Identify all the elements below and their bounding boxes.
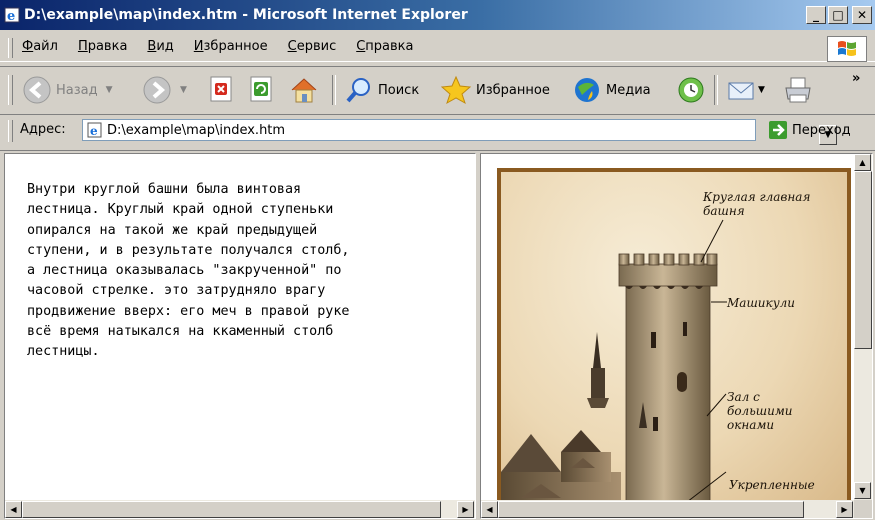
text-frame: Внутри круглой башни была винтовая лестн… (4, 153, 476, 519)
go-arrow-icon (769, 121, 787, 139)
toolbar-separator (332, 75, 336, 105)
refresh-icon (250, 76, 272, 102)
label-main-tower: Круглая главная башня (703, 190, 811, 218)
svg-text:e: e (7, 9, 15, 23)
print-button[interactable] (782, 75, 814, 105)
ie-page-icon: e (4, 7, 20, 23)
back-dropdown-icon[interactable]: ▼ (106, 85, 113, 95)
favorites-label: Избранное (476, 82, 550, 98)
content-area: Внутри круглой башни была винтовая лестн… (0, 150, 875, 520)
favorites-star-icon (440, 75, 472, 105)
forward-dropdown-icon[interactable]: ▼ (180, 85, 187, 95)
menu-tools[interactable]: Сервис (288, 39, 337, 54)
toolbar-separator (714, 75, 718, 105)
mail-icon (728, 82, 754, 100)
stop-button[interactable] (208, 75, 234, 103)
address-value: D:\example\map\index.htm (107, 122, 286, 138)
left-horizontal-scrollbar[interactable]: ◀ ▶ (5, 500, 475, 518)
arrow-left-icon: ◀ (486, 505, 493, 514)
scroll-right-button[interactable]: ▶ (836, 501, 853, 518)
scroll-thumb[interactable] (22, 501, 441, 518)
menu-grip[interactable] (8, 38, 13, 58)
favorites-button[interactable]: Избранное (440, 75, 550, 105)
castle-illustration: Круглая главная башня Машикули Зал с бол… (497, 168, 851, 508)
back-button[interactable]: Назад ▼ (22, 75, 113, 105)
label-great-hall: Зал с большими окнами (727, 390, 793, 432)
maximize-button[interactable]: □ (828, 6, 848, 24)
back-arrow-icon (23, 76, 51, 104)
scroll-up-button[interactable]: ▲ (854, 154, 871, 171)
right-vertical-scrollbar[interactable]: ▲ ▼ (854, 154, 872, 500)
print-icon (785, 77, 811, 103)
search-button[interactable]: Поиск (344, 75, 419, 105)
menu-bar: Файл Правка Вид Избранное Сервис Справка (0, 34, 875, 62)
search-icon (346, 78, 370, 103)
search-label: Поиск (378, 82, 420, 98)
window-title: D:\example\map\index.htm - Microsoft Int… (24, 7, 468, 23)
forward-button[interactable]: ▼ (142, 75, 187, 105)
arrow-down-icon: ▼ (859, 486, 866, 495)
maximize-icon: □ (832, 8, 844, 22)
title-bar: e D:\example\map\index.htm - Microsoft I… (0, 0, 875, 30)
svg-text:e: e (90, 124, 98, 138)
windows-logo (827, 36, 867, 62)
scroll-left-button[interactable]: ◀ (5, 501, 22, 518)
history-icon (678, 77, 704, 103)
menu-help[interactable]: Справка (356, 39, 413, 54)
close-button[interactable]: ✕ (852, 6, 872, 24)
mail-button[interactable]: ▼ (726, 75, 765, 105)
label-fortified: Укрепленные (729, 478, 815, 492)
scroll-left-button[interactable]: ◀ (481, 501, 498, 518)
menu-file[interactable]: Файл (22, 39, 58, 54)
media-label: Медиа (606, 82, 651, 98)
toolbar-grip[interactable] (8, 75, 13, 105)
stop-icon (210, 76, 232, 102)
go-label: Переход (792, 122, 851, 138)
scroll-down-button[interactable]: ▼ (854, 482, 871, 499)
windows-flag-icon (838, 41, 856, 56)
refresh-button[interactable] (248, 75, 274, 103)
scroll-corner (854, 500, 872, 518)
page-icon: e (87, 122, 102, 138)
arrow-left-icon: ◀ (10, 505, 17, 514)
menu-edit[interactable]: Правка (78, 39, 127, 54)
media-button[interactable]: Медиа (572, 75, 651, 105)
forward-arrow-icon (143, 76, 171, 104)
minimize-icon: _ (813, 8, 819, 22)
menu-view[interactable]: Вид (147, 39, 173, 54)
go-button[interactable]: Переход (768, 120, 851, 140)
vertical-scroll-thumb[interactable] (854, 171, 872, 349)
image-frame: Круглая главная башня Машикули Зал с бол… (480, 153, 873, 519)
address-input[interactable]: e D:\example\map\index.htm ▼ (82, 119, 837, 145)
home-button[interactable] (288, 75, 320, 105)
history-button[interactable] (676, 75, 706, 105)
toolbar-chevron[interactable]: » (852, 71, 860, 86)
close-icon: ✕ (856, 8, 868, 22)
scroll-right-button[interactable]: ▶ (457, 501, 474, 518)
minimize-button[interactable]: _ (806, 6, 826, 24)
story-text: Внутри круглой башни была винтовая лестн… (27, 182, 350, 360)
castle-tower-image (501, 219, 727, 508)
arrow-right-icon: ▶ (462, 505, 469, 514)
mail-dropdown-icon[interactable]: ▼ (758, 85, 765, 95)
back-label: Назад (56, 82, 98, 98)
arrow-right-icon: ▶ (841, 505, 848, 514)
arrow-up-icon: ▲ (859, 158, 866, 167)
media-icon (575, 78, 599, 102)
address-label: Адрес: (20, 122, 66, 137)
home-icon (291, 78, 317, 103)
label-machicolations: Машикули (727, 296, 796, 310)
standard-toolbar: Назад ▼ ▼ Поиск Избранное Медиа ▼ » (0, 66, 875, 112)
scroll-thumb[interactable] (498, 501, 804, 518)
address-grip[interactable] (8, 120, 13, 142)
right-horizontal-scrollbar[interactable]: ◀ ▶ (481, 500, 854, 518)
menu-favorites[interactable]: Избранное (194, 39, 268, 54)
address-bar: Адрес: e D:\example\map\index.htm ▼ Пере… (0, 114, 875, 146)
